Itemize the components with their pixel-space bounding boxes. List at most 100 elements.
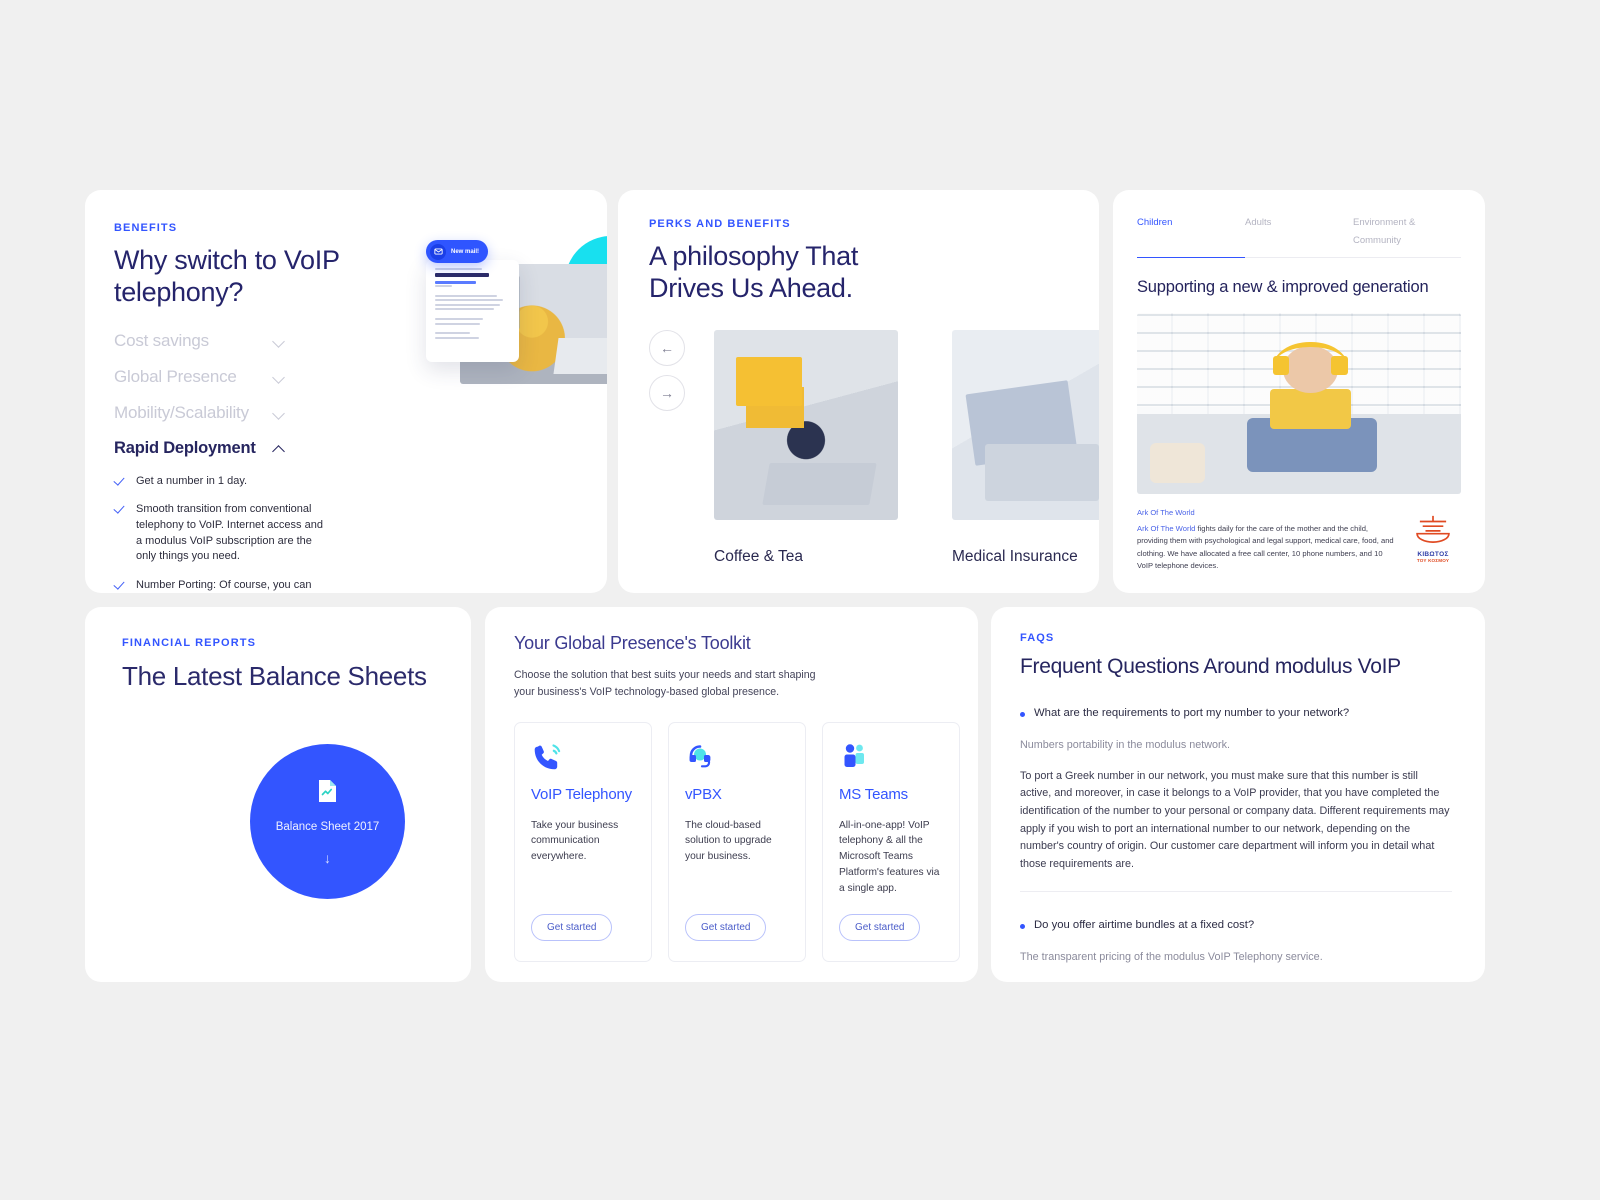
tab-adults[interactable]: Adults — [1245, 212, 1353, 258]
accordion-label: Global Presence — [114, 366, 237, 386]
logo-text-primary: ΚΙΒΩΤΟΣ — [1417, 551, 1449, 558]
accordion-item-mobility-scalability[interactable]: Mobility/Scalability — [114, 403, 286, 423]
check-icon — [114, 580, 125, 591]
support-tabs: Children Adults Environment & Community — [1137, 212, 1461, 258]
carousel-prev-button[interactable]: ← — [649, 330, 685, 366]
support-description: Ark Of The World Ark Of The World fights… — [1137, 508, 1461, 572]
tab-label: Children — [1137, 217, 1173, 228]
chevron-down-icon — [273, 370, 286, 383]
perks-heading: A philosophy That Drives Us Ahead. — [649, 241, 859, 303]
pillow-shape — [1149, 443, 1206, 484]
headphone-ear-right — [1331, 356, 1348, 375]
toolkit-tile-voip-telephony[interactable]: VoIP Telephony Take your business commun… — [514, 722, 652, 963]
phone-icon — [531, 741, 635, 771]
tab-label: Adults — [1245, 217, 1272, 228]
chevron-up-icon — [273, 442, 286, 455]
headset-icon — [685, 741, 789, 771]
toolkit-tile-desc: The cloud-based solution to upgrade your… — [685, 819, 772, 863]
benefits-accordion: Cost savings Global Presence Mobility/Sc… — [114, 331, 294, 458]
accordion-label: Cost savings — [114, 330, 209, 350]
carousel-next-button[interactable]: → — [649, 375, 685, 411]
support-title: Supporting a new & improved generation — [1137, 278, 1429, 296]
list-item: Get a number in 1 day. — [114, 474, 324, 490]
faq-heading: Frequent Questions Around modulus VoIP — [1020, 655, 1401, 678]
perks-carousel: Coffee & Tea Medical Insurance — [714, 330, 1099, 566]
toolkit-tile-name: VoIP Telephony — [531, 786, 632, 804]
bullet-icon — [1020, 711, 1025, 717]
social-responsibility-card: Children Adults Environment & Community … — [1113, 190, 1485, 593]
divider — [1020, 891, 1452, 893]
email-subject — [435, 272, 489, 277]
toolkit-title: Your Global Presence's Toolkit — [514, 633, 751, 653]
toolkit-tile-ms-teams[interactable]: MS Teams All-in-one-app! VoIP telephony … — [822, 722, 960, 963]
check-icon — [114, 504, 125, 515]
logo-text-secondary: ΤΟΥ ΚΟΣΜΟΥ — [1416, 558, 1450, 563]
faq-eyebrow: FAQS — [1020, 632, 1055, 644]
ark-boat-icon — [1416, 515, 1450, 543]
faq-item-porting: What are the requirements to port my num… — [1020, 707, 1455, 893]
benefits-checklist: Get a number in 1 day. Smooth transition… — [114, 474, 324, 593]
toolkit-tile-name: vPBX — [685, 786, 722, 804]
balance-heading: The Latest Balance Sheets — [122, 661, 427, 691]
accordion-item-cost-savings[interactable]: Cost savings — [114, 331, 286, 351]
perks-card: PERKS AND BENEFITS A philosophy That Dri… — [618, 190, 1099, 593]
faq-question: Do you offer airtime bundles at a fixed … — [1034, 919, 1255, 932]
faq-answer-lead: Numbers portability in the modulus netwo… — [1020, 738, 1231, 751]
chevron-down-icon — [273, 334, 286, 347]
toolkit-tile-name: MS Teams — [839, 786, 908, 804]
accordion-label: Mobility/Scalability — [114, 402, 249, 422]
checklist-text: Number Porting: Of course, you can maint… — [136, 578, 312, 591]
new-mail-label: New mail! — [451, 248, 480, 255]
shirt-shape — [1269, 389, 1351, 429]
organization-description: Ark Of The World fights daily for the ca… — [1137, 523, 1395, 572]
arrow-left-icon: ← — [660, 340, 674, 356]
toolkit-tile-vpbx[interactable]: vPBX The cloud-based solution to upgrade… — [668, 722, 806, 963]
faq-question: What are the requirements to port my num… — [1034, 706, 1350, 719]
toolkit-subtitle: Choose the solution that best suits your… — [514, 669, 816, 699]
order-confirmation-email — [426, 260, 519, 362]
faq-question-row[interactable]: Do you offer airtime bundles at a fixed … — [1020, 919, 1455, 931]
get-started-button[interactable]: Get started — [839, 914, 921, 942]
list-item: Number Porting: Of course, you can maint… — [114, 578, 324, 593]
benefits-illustration: New mail! — [420, 236, 607, 396]
tab-label: Environment & Community — [1353, 217, 1416, 246]
new-mail-badge: New mail! — [426, 240, 488, 263]
envelope-icon — [430, 243, 446, 260]
perks-eyebrow: PERKS AND BENEFITS — [649, 218, 791, 230]
balance-sheet-download-button[interactable]: Balance Sheet 2017 ↓ — [250, 744, 405, 899]
benefits-eyebrow: BENEFITS — [114, 222, 178, 234]
faq-item-airtime-bundles: Do you offer airtime bundles at a fixed … — [1020, 919, 1455, 963]
page-root: BENEFITS Why switch to VoIP telephony? C… — [0, 0, 1600, 1200]
check-icon — [114, 476, 125, 487]
get-started-button[interactable]: Get started — [685, 914, 767, 942]
checklist-text: Smooth transition from conventional tele… — [136, 503, 323, 563]
accordion-label: Rapid Deployment — [114, 438, 256, 457]
child-with-headphones-photo — [1137, 313, 1461, 494]
get-started-button[interactable]: Get started — [531, 914, 613, 942]
organization-link[interactable]: Ark Of The World — [1137, 524, 1195, 533]
perk-slide-coffee-tea[interactable]: Coffee & Tea — [714, 330, 898, 566]
faq-card: FAQS Frequent Questions Around modulus V… — [991, 607, 1485, 982]
toolkit-tile-desc: All-in-one-app! VoIP telephony & all the… — [839, 819, 940, 894]
document-chart-icon — [318, 779, 337, 803]
chevron-down-icon — [273, 406, 286, 419]
headphone-ear-left — [1273, 356, 1290, 375]
benefits-heading: Why switch to VoIP telephony? — [114, 245, 340, 307]
faq-answer-lead: The transparent pricing of the modulus V… — [1020, 951, 1323, 964]
ark-of-the-world-logo: ΚΙΒΩΤΟΣ ΤΟΥ ΚΟΣΜΟΥ — [1405, 508, 1461, 572]
accordion-item-rapid-deployment[interactable]: Rapid Deployment — [114, 439, 286, 458]
faq-answer-body: To port a Greek number in our network, y… — [1020, 769, 1450, 870]
perk-caption: Coffee & Tea — [714, 548, 804, 565]
perk-caption: Medical Insurance — [952, 548, 1078, 565]
carousel-controls: ← → — [649, 330, 685, 420]
accordion-item-global-presence[interactable]: Global Presence — [114, 367, 286, 387]
toolkit-tiles: VoIP Telephony Take your business commun… — [514, 722, 978, 963]
financial-reports-card: FINANCIAL REPORTS The Latest Balance She… — [85, 607, 471, 982]
tab-environment-community[interactable]: Environment & Community — [1353, 212, 1461, 258]
checklist-text: Get a number in 1 day. — [136, 474, 248, 487]
perk-slide-medical-insurance[interactable]: Medical Insurance — [952, 330, 1099, 566]
bullet-icon — [1020, 924, 1025, 930]
faq-question-row[interactable]: What are the requirements to port my num… — [1020, 707, 1455, 719]
toolkit-tile-desc: Take your business communication everywh… — [531, 819, 619, 863]
tab-children[interactable]: Children — [1137, 212, 1245, 258]
